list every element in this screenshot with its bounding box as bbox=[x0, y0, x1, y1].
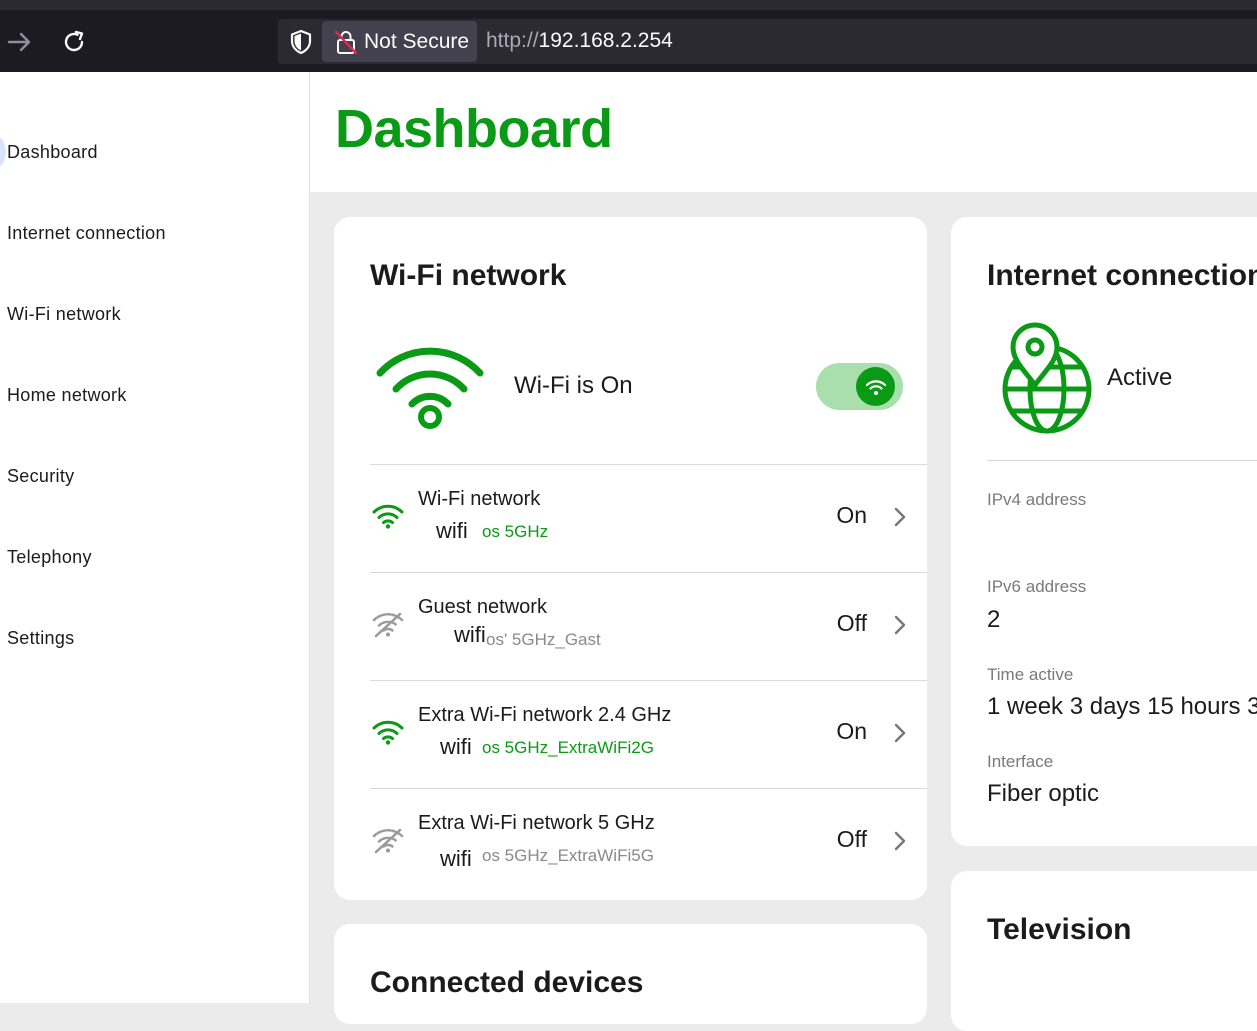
wifi-off-icon bbox=[372, 828, 404, 854]
network-ssid: os 5GHz_ExtraWiFi5G bbox=[482, 846, 654, 865]
sidebar-item-internet-connection[interactable]: Internet connection bbox=[7, 223, 166, 244]
ipv4-label: IPv4 address bbox=[987, 490, 1087, 509]
television-card: Television bbox=[951, 871, 1257, 1031]
connected-devices-card: Connected devices bbox=[334, 924, 927, 1024]
ssid-prefix: wifi bbox=[440, 846, 472, 871]
wifi-on-icon bbox=[372, 504, 404, 529]
sidebar-item-wifi-network[interactable]: Wi-Fi network bbox=[7, 304, 121, 325]
browser-toolbar: Not Secure http://192.168.2.254 bbox=[0, 0, 1257, 72]
internet-status-text: Active bbox=[1107, 364, 1173, 391]
television-title: Television bbox=[987, 913, 1132, 946]
url-bar[interactable]: Not Secure http://192.168.2.254 bbox=[278, 19, 1257, 64]
tracking-protection-shield-icon[interactable] bbox=[288, 29, 314, 55]
page-title: Dashboard bbox=[335, 99, 613, 159]
sidebar-item-telephony[interactable]: Telephony bbox=[7, 547, 92, 568]
url-host: 192.168.2.254 bbox=[538, 29, 673, 52]
ipv6-label: IPv6 address bbox=[987, 577, 1087, 596]
url-scheme: http:// bbox=[486, 29, 539, 52]
chevron-right-icon bbox=[894, 723, 906, 743]
internet-connection-card: Internet connection Active IPv4 address … bbox=[951, 217, 1257, 846]
network-ssid: os' 5GHz_Gast bbox=[486, 630, 601, 649]
wifi-icon bbox=[376, 347, 484, 429]
wifi-off-icon bbox=[372, 612, 404, 638]
tab-strip bbox=[0, 0, 1257, 10]
network-row-guest[interactable]: Guest network wifi os' 5GHz_Gast Off bbox=[370, 572, 927, 679]
network-row-extra-5g[interactable]: Extra Wi-Fi network 5 GHz wifi os 5GHz_E… bbox=[370, 788, 927, 895]
connected-devices-title: Connected devices bbox=[370, 966, 644, 999]
url-text[interactable]: http://192.168.2.254 bbox=[486, 29, 673, 53]
chevron-right-icon bbox=[894, 615, 906, 635]
network-name: Guest network bbox=[418, 596, 547, 618]
network-ssid: os 5GHz bbox=[482, 522, 549, 541]
active-item-indicator bbox=[0, 136, 6, 168]
wifi-toggle[interactable] bbox=[816, 363, 903, 410]
wifi-on-icon bbox=[372, 720, 404, 745]
time-active-label: Time active bbox=[987, 665, 1074, 684]
sidebar-item-settings[interactable]: Settings bbox=[7, 628, 74, 649]
ipv6-value: 2 bbox=[987, 606, 1001, 633]
wifi-status-text: Wi-Fi is On bbox=[514, 372, 633, 399]
network-state: On bbox=[836, 502, 867, 528]
interface-value: Fiber optic bbox=[987, 780, 1100, 807]
arrow-right-icon bbox=[7, 32, 31, 52]
network-row-extra-2g[interactable]: Extra Wi-Fi network 2.4 GHz wifi os 5GHz… bbox=[370, 680, 927, 787]
wifi-toggle-knob bbox=[856, 367, 895, 406]
globe-location-icon bbox=[1002, 322, 1092, 434]
divider bbox=[987, 460, 1257, 461]
ssid-prefix: wifi bbox=[454, 622, 486, 647]
forward-button[interactable] bbox=[2, 24, 38, 60]
sidebar-item-dashboard[interactable]: Dashboard bbox=[7, 142, 98, 163]
network-state: Off bbox=[836, 610, 867, 636]
interface-label: Interface bbox=[987, 752, 1054, 771]
reload-button[interactable] bbox=[56, 24, 92, 60]
network-name: Wi-Fi network bbox=[418, 488, 541, 510]
sidebar-item-home-network[interactable]: Home network bbox=[7, 385, 127, 406]
network-row-main[interactable]: Wi-Fi network wifi os 5GHz On bbox=[370, 464, 927, 571]
ssid-prefix: wifi bbox=[436, 518, 468, 543]
network-name: Extra Wi-Fi network 5 GHz bbox=[418, 812, 655, 834]
reload-icon bbox=[64, 30, 84, 52]
sidebar-item-security[interactable]: Security bbox=[7, 466, 74, 487]
wifi-card: Wi-Fi network Wi-Fi is On Wi-Fi network … bbox=[334, 217, 927, 900]
network-state: Off bbox=[836, 826, 867, 852]
chevron-right-icon bbox=[894, 507, 906, 527]
sidebar-nav: Dashboard Internet connection Wi-Fi netw… bbox=[0, 72, 310, 1003]
network-ssid: os 5GHz_ExtraWiFi2G bbox=[482, 738, 654, 757]
insecure-lock-icon bbox=[334, 30, 358, 54]
network-state: On bbox=[836, 718, 867, 744]
ssid-prefix: wifi bbox=[440, 734, 472, 759]
internet-card-title: Internet connection bbox=[987, 259, 1257, 292]
not-secure-indicator[interactable]: Not Secure bbox=[322, 21, 477, 62]
page-header: Dashboard bbox=[310, 72, 1257, 192]
network-name: Extra Wi-Fi network 2.4 GHz bbox=[418, 704, 672, 726]
not-secure-label: Not Secure bbox=[364, 29, 470, 53]
chevron-right-icon bbox=[894, 831, 906, 851]
time-active-value: 1 week 3 days 15 hours 3 bbox=[987, 693, 1257, 720]
wifi-icon bbox=[865, 379, 886, 395]
wifi-card-title: Wi-Fi network bbox=[370, 259, 567, 292]
